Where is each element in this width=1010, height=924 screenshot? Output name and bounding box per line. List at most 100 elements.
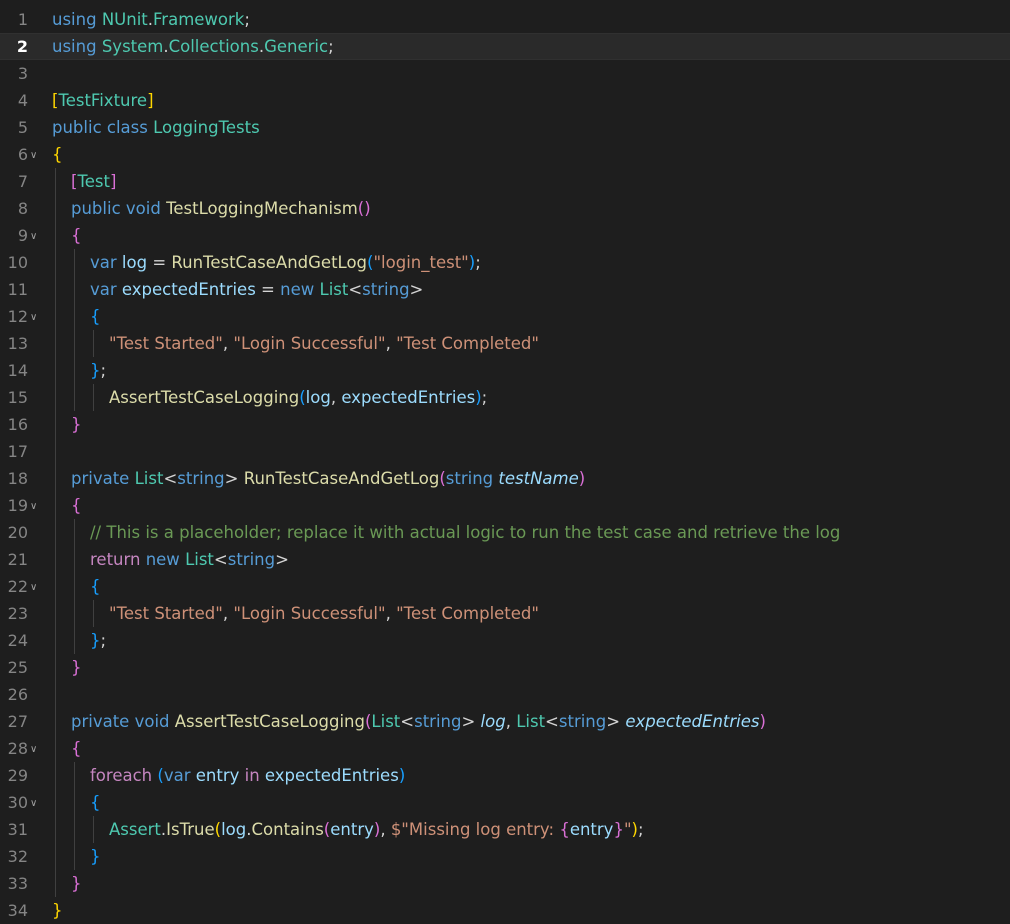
code-token: ; (100, 631, 107, 650)
line-number: 23 (7, 604, 28, 623)
code-token: , (380, 820, 391, 839)
code-line[interactable]: 27 private void AssertTestCaseLogging(Lis… (0, 708, 1010, 735)
code-line[interactable]: 15 AssertTestCaseLogging(log, expectedEnt… (0, 384, 1010, 411)
code-token: ; (481, 388, 488, 407)
code-token: } (613, 820, 624, 839)
chevron-down-icon[interactable]: ∨ (30, 736, 40, 763)
line-number: 29 (7, 766, 28, 785)
line-code: }; (90, 357, 106, 384)
code-token: = (255, 280, 281, 299)
code-line[interactable]: 10 var log = RunTestCaseAndGetLog("login_… (0, 249, 1010, 276)
code-line[interactable]: 17 (0, 438, 1010, 465)
line-code: } (71, 654, 82, 681)
chevron-down-icon[interactable]: ∨ (30, 223, 40, 250)
code-line[interactable]: 8 public void TestLoggingMechanism() (0, 195, 1010, 222)
code-line[interactable]: 23 "Test Started", "Login Successful", "T… (0, 600, 1010, 627)
code-token: , (222, 334, 234, 353)
code-token: foreach (90, 766, 153, 785)
line-number: 30 (7, 793, 28, 812)
code-token: var (90, 253, 117, 272)
line-code: } (52, 897, 63, 924)
code-line[interactable]: 18 private List<string> RunTestCaseAndGet… (0, 465, 1010, 492)
code-line[interactable]: 13 "Test Started", "Login Successful", "T… (0, 330, 1010, 357)
code-editor[interactable]: 1 using NUnit.Framework; 2 using System.Col… (0, 0, 1010, 924)
code-token: log (121, 253, 148, 272)
chevron-down-icon[interactable]: ∨ (30, 574, 40, 601)
code-token: List (371, 712, 401, 731)
code-line[interactable]: 32} (0, 843, 1010, 870)
code-token: } (71, 874, 82, 893)
code-token: entry (195, 766, 240, 785)
code-line[interactable]: 30 ∨ { (0, 789, 1010, 816)
code-line[interactable]: 2 using System.Collections.Generic; (0, 33, 1010, 60)
code-token: { (90, 577, 101, 596)
code-line[interactable]: 26 (0, 681, 1010, 708)
code-token: TestLoggingMechanism (166, 199, 358, 218)
code-line[interactable]: 25} (0, 654, 1010, 681)
code-token: new (145, 550, 180, 569)
line-number: 8 (17, 199, 28, 218)
code-token: var (163, 766, 191, 785)
line-number: 1 (17, 10, 28, 29)
code-line[interactable]: 19 ∨ { (0, 492, 1010, 519)
code-token: < (213, 550, 228, 569)
code-token: // This is a placeholder; replace it wit… (90, 523, 841, 542)
code-line[interactable]: 24}; (0, 627, 1010, 654)
code-token: Assert (109, 820, 161, 839)
code-token: > (275, 550, 289, 569)
line-code: public class LoggingTests (52, 114, 260, 141)
code-line[interactable]: 9 ∨ { (0, 222, 1010, 249)
line-number: 19 (7, 496, 28, 515)
code-line[interactable]: 28 ∨ { (0, 735, 1010, 762)
chevron-down-icon[interactable]: ∨ (30, 304, 40, 331)
code-line[interactable]: 16} (0, 411, 1010, 438)
code-token: expectedEntries (264, 766, 399, 785)
code-line[interactable]: 6 ∨ { (0, 141, 1010, 168)
line-code: using NUnit.Framework; (52, 6, 250, 33)
code-line[interactable]: 20 // This is a placeholder; replace it w… (0, 519, 1010, 546)
line-code: } (90, 843, 101, 870)
line-number: 12 (7, 307, 28, 326)
line-code: foreach (var entry in expectedEntries) (90, 762, 405, 789)
code-token: string (558, 712, 607, 731)
code-token: "Login Successful" (233, 334, 386, 353)
line-code: { (71, 735, 82, 762)
code-token: , (222, 604, 234, 623)
code-token: () (357, 199, 371, 218)
code-line[interactable]: 34} (0, 897, 1010, 924)
line-number: 27 (7, 712, 28, 731)
code-line[interactable]: 22 ∨ { (0, 573, 1010, 600)
code-token: , (330, 388, 342, 407)
code-token: List (185, 550, 214, 569)
line-code: var expectedEntries = new List<string> (90, 276, 423, 303)
code-line[interactable]: 7 [Test] (0, 168, 1010, 195)
line-number: 32 (7, 847, 28, 866)
code-line[interactable]: 4 [TestFixture] (0, 87, 1010, 114)
code-line[interactable]: 3 (0, 60, 1010, 87)
code-line[interactable]: 12 ∨ { (0, 303, 1010, 330)
code-token: expectedEntries (121, 280, 256, 299)
code-token: Test (77, 172, 110, 191)
code-token: System (101, 37, 164, 56)
code-token: "Test Completed" (396, 604, 539, 623)
code-line[interactable]: 21 return new List<string> (0, 546, 1010, 573)
chevron-down-icon[interactable]: ∨ (30, 493, 40, 520)
code-line[interactable]: 5 public class LoggingTests (0, 114, 1010, 141)
chevron-down-icon[interactable]: ∨ (30, 790, 40, 817)
code-token: ; (637, 820, 644, 839)
chevron-down-icon[interactable]: ∨ (30, 142, 40, 169)
code-line[interactable]: 29 foreach (var entry in expectedEntries) (0, 762, 1010, 789)
code-token: = (147, 253, 172, 272)
code-token: RunTestCaseAndGetLog (243, 469, 440, 488)
line-code: } (71, 411, 82, 438)
line-code: Assert.IsTrue(log.Contains(entry), $"Mis… (109, 816, 644, 843)
code-line[interactable]: 14}; (0, 357, 1010, 384)
code-token: { (71, 496, 82, 515)
code-line[interactable]: 11 var expectedEntries = new List<string> (0, 276, 1010, 303)
code-token: log (305, 388, 331, 407)
code-line[interactable]: 1 using NUnit.Framework; (0, 6, 1010, 33)
line-code: "Test Started", "Login Successful", "Tes… (109, 600, 539, 627)
code-token: expectedEntries (341, 388, 476, 407)
code-line[interactable]: 33} (0, 870, 1010, 897)
code-line[interactable]: 31 Assert.IsTrue(log.Contains(entry), $"M… (0, 816, 1010, 843)
